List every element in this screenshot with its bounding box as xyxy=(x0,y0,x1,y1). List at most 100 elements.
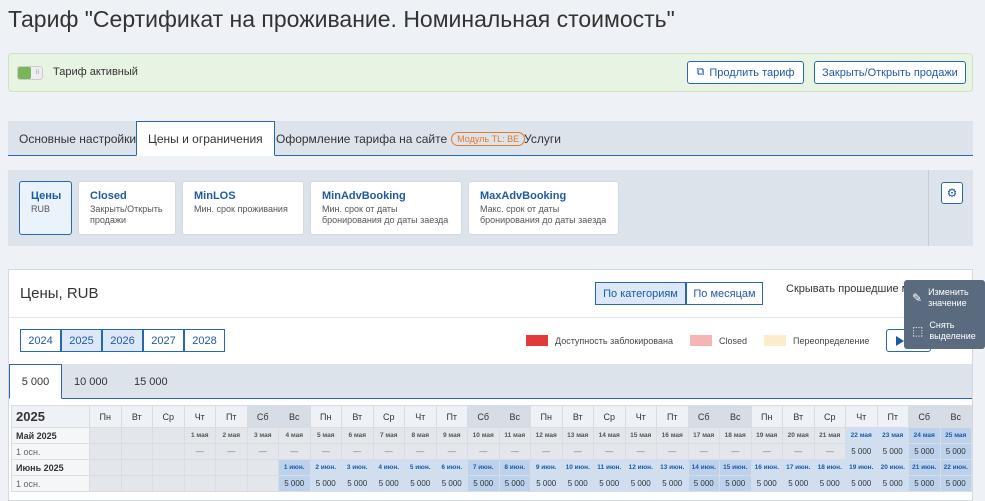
day-cell[interactable]: 6 мая xyxy=(341,427,374,444)
day-cell[interactable]: 15 июн. xyxy=(719,459,752,476)
price-cell[interactable]: 5 000 xyxy=(435,475,468,492)
price-cell[interactable]: 5 000 xyxy=(498,475,531,492)
price-cell[interactable]: — xyxy=(341,443,374,460)
day-cell[interactable]: 15 мая xyxy=(624,427,657,444)
settings-gear-icon[interactable]: ⚙ xyxy=(941,182,963,204)
day-cell[interactable]: 18 мая xyxy=(719,427,752,444)
day-cell[interactable]: 11 июн. xyxy=(593,459,626,476)
price-cell[interactable]: — xyxy=(750,443,783,460)
tab-prices-restrictions[interactable]: Цены и ограничения xyxy=(136,121,275,156)
edit-value-item[interactable]: ✎ Изменить значение xyxy=(912,287,985,309)
day-cell[interactable]: 4 июн. xyxy=(372,459,405,476)
price-cell[interactable]: 5 000 xyxy=(908,475,941,492)
hide-past-toggle[interactable]: Скрывать прошедшие м xyxy=(786,283,909,295)
day-cell[interactable]: 9 мая xyxy=(435,427,468,444)
subtab-minadvbooking[interactable]: MinAdvBooking Мин. срок от даты бронирова… xyxy=(310,181,462,235)
day-cell[interactable]: 25 мая xyxy=(939,427,972,444)
day-cell[interactable]: 24 мая xyxy=(908,427,941,444)
price-cell[interactable]: — xyxy=(467,443,500,460)
by-month-button[interactable]: По месяцам xyxy=(686,282,763,305)
day-cell[interactable]: 11 мая xyxy=(498,427,531,444)
price-cell[interactable]: — xyxy=(215,443,248,460)
day-cell[interactable]: 12 мая xyxy=(530,427,563,444)
day-cell[interactable]: 14 мая xyxy=(593,427,626,444)
tab-services[interactable]: Услуги xyxy=(513,121,572,156)
price-cell[interactable]: 5 000 xyxy=(656,475,689,492)
occupancy-tab-15000[interactable]: 15 000 xyxy=(124,364,178,399)
day-cell[interactable]: 1 июн. xyxy=(278,459,311,476)
tab-site-design[interactable]: Оформление тарифа на сайте Модуль TL: BE xyxy=(265,121,536,156)
day-cell[interactable]: 10 мая xyxy=(467,427,500,444)
day-cell[interactable]: 22 мая xyxy=(845,427,878,444)
price-cell[interactable]: — xyxy=(183,443,216,460)
active-toggle[interactable]: II xyxy=(17,66,43,80)
price-cell[interactable]: 5 000 xyxy=(845,443,878,460)
day-cell[interactable]: 18 июн. xyxy=(813,459,846,476)
day-cell[interactable]: 23 мая xyxy=(876,427,909,444)
year-2025[interactable]: 2025 xyxy=(61,329,102,352)
price-cell[interactable]: 5 000 xyxy=(782,475,815,492)
day-cell[interactable]: 17 мая xyxy=(687,427,720,444)
by-category-button[interactable]: По категориям xyxy=(595,282,686,305)
year-2028[interactable]: 2028 xyxy=(184,329,225,352)
price-cell[interactable]: 5 000 xyxy=(719,475,752,492)
price-cell[interactable]: 5 000 xyxy=(530,475,563,492)
day-cell[interactable]: 14 июн. xyxy=(687,459,720,476)
day-cell[interactable]: 21 июн. xyxy=(908,459,941,476)
price-cell[interactable]: 5 000 xyxy=(341,475,374,492)
year-2024[interactable]: 2024 xyxy=(20,329,61,352)
day-cell[interactable]: 10 июн. xyxy=(561,459,594,476)
day-cell[interactable]: 4 мая xyxy=(278,427,311,444)
price-cell[interactable]: 5 000 xyxy=(939,443,972,460)
subtab-prices[interactable]: Цены RUB xyxy=(19,181,72,235)
price-cell[interactable]: — xyxy=(246,443,279,460)
price-cell[interactable]: 5 000 xyxy=(372,475,405,492)
price-cell[interactable]: 5 000 xyxy=(624,475,657,492)
day-cell[interactable]: 19 июн. xyxy=(845,459,878,476)
subtab-closed[interactable]: Closed Закрыть/Открыть продажи xyxy=(78,181,176,235)
day-cell[interactable]: 9 июн. xyxy=(530,459,563,476)
price-cell[interactable]: — xyxy=(656,443,689,460)
price-cell[interactable]: — xyxy=(435,443,468,460)
price-cell[interactable]: — xyxy=(498,443,531,460)
price-cell[interactable]: — xyxy=(404,443,437,460)
tab-basic-settings[interactable]: Основные настройки xyxy=(8,121,147,156)
price-cell[interactable]: 5 000 xyxy=(687,475,720,492)
day-cell[interactable]: 8 июн. xyxy=(498,459,531,476)
price-cell[interactable]: — xyxy=(530,443,563,460)
day-cell[interactable]: 20 мая xyxy=(782,427,815,444)
price-cell[interactable]: 5 000 xyxy=(876,475,909,492)
day-cell[interactable]: 3 июн. xyxy=(341,459,374,476)
day-cell[interactable]: 16 июн. xyxy=(750,459,783,476)
price-cell[interactable]: 5 000 xyxy=(278,475,311,492)
price-cell[interactable]: 5 000 xyxy=(908,443,941,460)
close-open-sales-button[interactable]: Закрыть/Открыть продажи xyxy=(814,61,966,84)
subtab-minlos[interactable]: MinLOS Мин. срок проживания xyxy=(182,181,304,235)
occupancy-tab-10000[interactable]: 10 000 xyxy=(64,364,118,399)
day-cell[interactable]: 5 мая xyxy=(309,427,342,444)
clear-selection-item[interactable]: ⬚ Снять выделение xyxy=(912,320,985,342)
price-cell[interactable]: 5 000 xyxy=(561,475,594,492)
year-2026[interactable]: 2026 xyxy=(102,329,143,352)
occupancy-tab-5000[interactable]: 5 000 xyxy=(9,364,62,399)
day-cell[interactable]: 6 июн. xyxy=(435,459,468,476)
day-cell[interactable]: 12 июн. xyxy=(624,459,657,476)
price-cell[interactable]: — xyxy=(372,443,405,460)
day-cell[interactable]: 13 июн. xyxy=(656,459,689,476)
day-cell[interactable]: 21 мая xyxy=(813,427,846,444)
day-cell[interactable]: 7 июн. xyxy=(467,459,500,476)
price-cell[interactable]: — xyxy=(309,443,342,460)
day-cell[interactable]: 13 мая xyxy=(561,427,594,444)
price-cell[interactable]: 5 000 xyxy=(845,475,878,492)
day-cell[interactable]: 17 июн. xyxy=(782,459,815,476)
price-cell[interactable]: — xyxy=(278,443,311,460)
extend-tariff-button[interactable]: ⧉ Продлить тариф xyxy=(687,61,804,84)
price-cell[interactable]: — xyxy=(593,443,626,460)
day-cell[interactable]: 20 июн. xyxy=(876,459,909,476)
day-cell[interactable]: 22 июн. xyxy=(939,459,972,476)
day-cell[interactable]: 16 мая xyxy=(656,427,689,444)
price-cell[interactable]: 5 000 xyxy=(939,475,972,492)
price-cell[interactable]: — xyxy=(719,443,752,460)
price-cell[interactable]: — xyxy=(687,443,720,460)
price-cell[interactable]: 5 000 xyxy=(309,475,342,492)
